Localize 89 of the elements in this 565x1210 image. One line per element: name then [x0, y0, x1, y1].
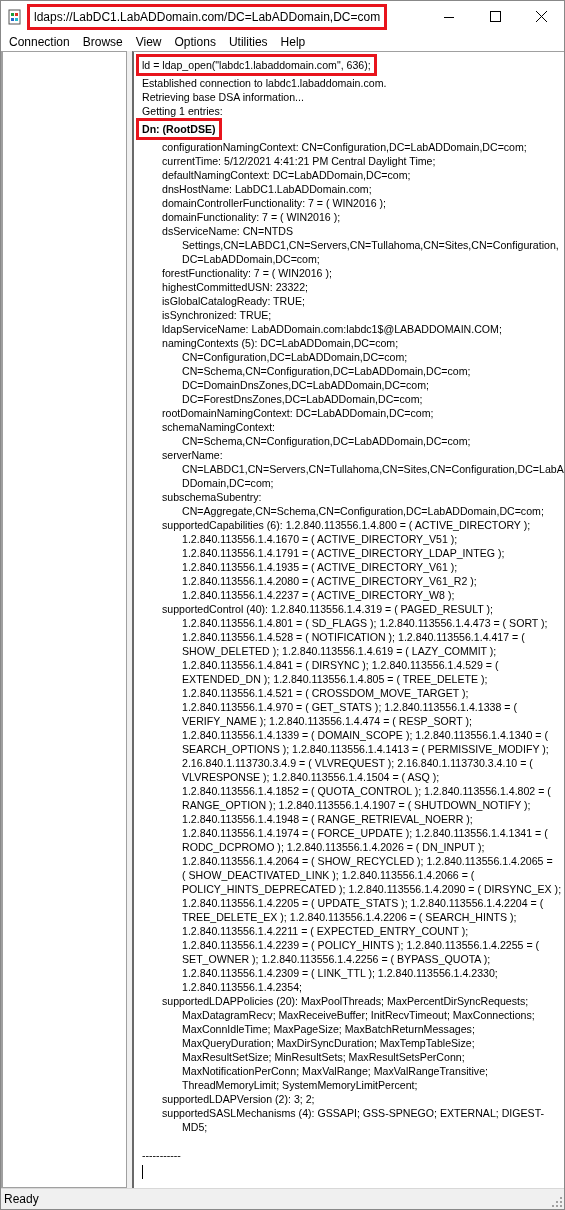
log-line: 1.2.840.113556.1.4.1791 = ( ACTIVE_DIRECTORY_LDAP_INTEG );	[181, 546, 505, 560]
log-line: 1.2.840.113556.1.4.1852 = ( QUOTA_CONTROL ); 1.2.840.113556.1.4.802 = (	[181, 784, 551, 798]
log-line: 1.2.840.113556.1.4.2237 = ( ACTIVE_DIRECTORY_W8 );	[181, 588, 455, 602]
menu-item[interactable]: Utilities	[222, 34, 275, 49]
log-line: currentTime: 5/12/2021 4:41:21 PM Central Daylight Time;	[161, 154, 436, 168]
log-line: rootDomainNamingContext: DC=LabADDomain,DC=com;	[161, 406, 434, 420]
log-line: subschemaSubentry:	[161, 490, 262, 504]
log-line: MaxDatagramRecv; MaxReceiveBuffer; InitRecvTimeout; MaxConnections;	[181, 1008, 535, 1022]
log-line: 1.2.840.113556.1.4.2064 = ( SHOW_RECYCLED ); 1.2.840.113556.1.4.2065 =	[181, 854, 553, 868]
log-line: 1.2.840.113556.1.4.970 = ( GET_STATS ); 1.2.840.113556.1.4.1338 = (	[181, 700, 517, 714]
maximize-icon	[489, 11, 501, 22]
log-line: MaxQueryDuration; MaxDirSyncDuration; MaxTempTableSize;	[181, 1036, 475, 1050]
log-line: Established connection to labdc1.labaddomain.com.	[142, 76, 387, 90]
menu-item[interactable]: View	[129, 34, 169, 49]
entry-heading: Dn: (RootDSE)	[136, 118, 222, 140]
log-line: 1.2.840.113556.1.4.1670 = ( ACTIVE_DIRECTORY_V51 );	[181, 532, 458, 546]
log-line: defaultNamingContext: DC=LabADDomain,DC=com;	[161, 168, 411, 182]
log-line: CN=Configuration,DC=LabADDomain,DC=com;	[181, 350, 408, 364]
log-line: domainFunctionality: 7 = ( WIN2016 );	[161, 210, 341, 224]
close-icon	[535, 11, 547, 22]
log-line: CN=LABDC1,CN=Servers,CN=Tullahoma,CN=Sites,CN=Configuration,DC=LabA	[181, 462, 564, 476]
log-line: Settings,CN=LABDC1,CN=Servers,CN=Tullahoma,CN=Sites,CN=Configuration,	[181, 238, 559, 252]
log-line: supportedCapabilities (6): 1.2.840.113556.1.4.800 = ( ACTIVE_DIRECTORY );	[161, 518, 531, 532]
log-line: namingContexts (5): DC=LabADDomain,DC=com;	[161, 336, 399, 350]
log-line: 1.2.840.113556.1.4.2309 = ( LINK_TTL ); 1.2.840.113556.1.4.2330;	[181, 966, 498, 980]
text-cursor	[142, 1165, 143, 1179]
menu-item[interactable]: Browse	[76, 34, 130, 49]
log-line: 1.2.840.113556.1.4.1974 = ( FORCE_UPDATE ); 1.2.840.113556.1.4.1341 = (	[181, 826, 548, 840]
log-line: CN=Aggregate,CN=Schema,CN=Configuration,DC=LabADDomain,DC=com;	[181, 504, 544, 518]
log-line: configurationNamingContext: CN=Configuration,DC=LabADDomain,DC=com;	[161, 140, 527, 154]
log-line: CN=Schema,CN=Configuration,DC=LabADDomain,DC=com;	[181, 364, 471, 378]
menu-item[interactable]: Options	[168, 34, 223, 49]
log-line: serverName:	[161, 448, 223, 462]
log-line: dsServiceName: CN=NTDS	[161, 224, 293, 238]
log-line: DC=LabADDomain,DC=com;	[181, 252, 320, 266]
log-line: CN=Schema,CN=Configuration,DC=LabADDomain,DC=com;	[181, 434, 471, 448]
log-line: 1.2.840.113556.1.4.801 = ( SD_FLAGS ); 1.2.840.113556.1.4.473 = ( SORT );	[181, 616, 548, 630]
log-line: MaxNotificationPerConn; MaxValRange; MaxValRangeTransitive;	[181, 1064, 488, 1078]
log-line: 1.2.840.113556.1.4.2211 = ( EXPECTED_ENTRY_COUNT );	[181, 924, 469, 938]
app-icon	[7, 8, 23, 25]
log-line: DC=DomainDnsZones,DC=LabADDomain,DC=com;	[181, 378, 429, 392]
log-line: 1.2.840.113556.1.4.1948 = ( RANGE_RETRIEVAL_NOERR );	[181, 812, 473, 826]
log-line: SEARCH_OPTIONS ); 1.2.840.113556.1.4.1413 = ( PERMISSIVE_MODIFY );	[181, 742, 549, 756]
log-line: RANGE_OPTION ); 1.2.840.113556.1.4.1907 = ( SHUTDOWN_NOTIFY );	[181, 798, 531, 812]
log-line: TREE_DELETE_EX ); 1.2.840.113556.1.4.2206 = ( SEARCH_HINTS );	[181, 910, 517, 924]
log-line: 1.2.840.113556.1.4.521 = ( CROSSDOM_MOVE_TARGET );	[181, 686, 469, 700]
log-line: schemaNamingContext:	[161, 420, 276, 434]
log-line: 1.2.840.113556.1.4.2205 = ( UPDATE_STATS ); 1.2.840.113556.1.4.2204 = (	[181, 896, 544, 910]
log-line: SHOW_DELETED ); 1.2.840.113556.1.4.619 = ( LAZY_COMMIT );	[181, 644, 497, 658]
log-line: Retrieving base DSA information...	[142, 90, 304, 104]
log-line: domainControllerFunctionality: 7 = ( WIN2016 );	[161, 196, 387, 210]
log-line: MaxResultSetSize; MinResultSets; MaxResultSetsPerConn;	[181, 1050, 465, 1064]
log-line: MaxConnIdleTime; MaxPageSize; MaxBatchReturnMessages;	[181, 1022, 475, 1036]
log-line: SET_OWNER ); 1.2.840.113556.1.4.2256 = ( BYPASS_QUOTA );	[181, 952, 491, 966]
log-line: supportedLDAPVersion (2): 3; 2;	[161, 1092, 315, 1106]
log-line: EXTENDED_DN ); 1.2.840.113556.1.4.805 = ( TREE_DELETE );	[181, 672, 488, 686]
log-line: 1.2.840.113556.1.4.1339 = ( DOMAIN_SCOPE ); 1.2.840.113556.1.4.1340 = (	[181, 728, 548, 742]
log-line: 2.16.840.1.113730.3.4.9 = ( VLVREQUEST ); 2.16.840.1.113730.3.4.10 = (	[181, 756, 533, 770]
log-line: highestCommittedUSN: 23322;	[161, 280, 309, 294]
log-line: isSynchronized: TRUE;	[161, 308, 272, 322]
log-line: ThreadMemoryLimit; SystemMemoryLimitPercent;	[181, 1078, 418, 1092]
log-line: 1.2.840.113556.1.4.2354;	[181, 980, 302, 994]
log-line: ldapServiceName: LabADDomain.com:labdc1$@LABADDOMAIN.COM;	[161, 322, 502, 336]
log-line: 1.2.840.113556.1.4.528 = ( NOTIFICATION ); 1.2.840.113556.1.4.417 = (	[181, 630, 525, 644]
log-line: DDomain,DC=com;	[181, 476, 274, 490]
menu-item[interactable]: Connection	[3, 34, 77, 49]
log-line: 1.2.840.113556.1.4.1935 = ( ACTIVE_DIRECTORY_V61 );	[181, 560, 458, 574]
menu-item[interactable]: Help	[274, 34, 313, 49]
log-line: RODC_DCPROMO ); 1.2.840.113556.1.4.2026 = ( DN_INPUT );	[181, 840, 485, 854]
log-line: dnsHostName: LabDC1.LabADDomain.com;	[161, 182, 372, 196]
log-line: supportedControl (40): 1.2.840.113556.1.4.319 = ( PAGED_RESULT );	[161, 602, 494, 616]
log-line: DC=ForestDnsZones,DC=LabADDomain,DC=com;	[181, 392, 423, 406]
resize-grip-icon	[552, 1197, 562, 1207]
log-line: POLICY_HINTS_DEPRECATED ); 1.2.840.113556.1.4.2090 = ( DIRSYNC_EX );	[181, 882, 562, 896]
log-line: supportedSASLMechanisms (4): GSSAPI; GSS-SPNEGO; EXTERNAL; DIGEST-	[161, 1106, 545, 1120]
status-text: Ready	[3, 1192, 39, 1206]
window-title: ldaps://LabDC1.LabADDomain.com/DC=LabADDomain,DC=com	[27, 3, 388, 30]
log-line: VLVRESPONSE ); 1.2.840.113556.1.4.1504 = ( ASQ );	[181, 770, 440, 784]
log-line: 1.2.840.113556.1.4.841 = ( DIRSYNC ); 1.2.840.113556.1.4.529 = (	[181, 658, 499, 672]
log-line: MD5;	[181, 1120, 208, 1134]
log-line: isGlobalCatalogReady: TRUE;	[161, 294, 305, 308]
log-line: forestFunctionality: 7 = ( WIN2016 );	[161, 266, 332, 280]
log-line: Getting 1 entries:	[142, 104, 223, 118]
log-line: ( SHOW_DEACTIVATED_LINK ); 1.2.840.113556.1.4.2066 = (	[181, 868, 475, 882]
log-line: 1.2.840.113556.1.4.2239 = ( POLICY_HINTS ); 1.2.840.113556.1.4.2255 = (	[181, 938, 540, 952]
log-line: -----------	[142, 1148, 181, 1162]
log-line: VERIFY_NAME ); 1.2.840.113556.1.4.474 = ( RESP_SORT );	[181, 714, 472, 728]
log-line: supportedLDAPPolicies (20): MaxPoolThreads; MaxPercentDirSyncRequests;	[161, 994, 529, 1008]
log-line: 1.2.840.113556.1.4.2080 = ( ACTIVE_DIRECTORY_V61_R2 );	[181, 574, 477, 588]
